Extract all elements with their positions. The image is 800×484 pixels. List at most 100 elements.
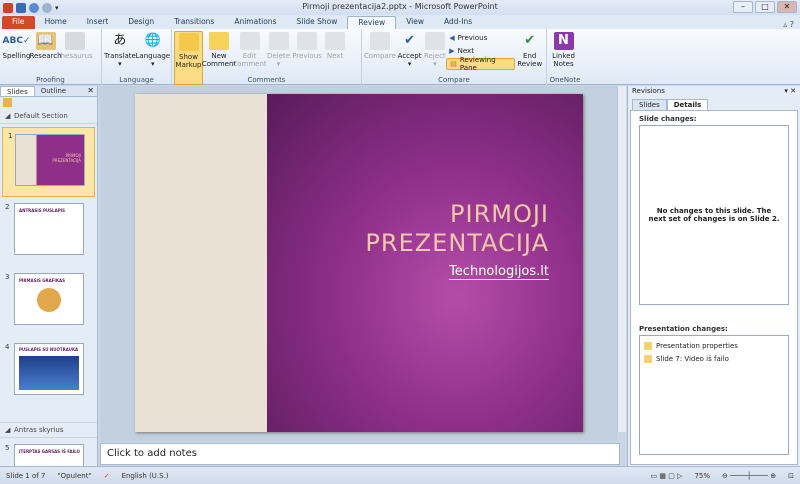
- slide-subtitle[interactable]: Technologijos.lt: [449, 264, 549, 280]
- slides-panel: Slides Outline ✕ ◢ Default Section 1 PIRM…: [0, 86, 98, 468]
- fit-slide-icon[interactable]: ⊡: [782, 472, 800, 480]
- tab-add-ins[interactable]: Add-Ins: [434, 16, 482, 29]
- group-label-compare: Compare: [438, 76, 470, 84]
- slide-title[interactable]: PIRMOJI PREZENTACIJA: [365, 200, 549, 258]
- previous-arrow-icon: ◀: [449, 34, 455, 42]
- group-label-comments: Comments: [247, 76, 286, 84]
- current-slide[interactable]: PIRMOJI PREZENTACIJA Technologijos.lt: [135, 94, 583, 432]
- new-comment-icon: [209, 32, 229, 50]
- section-default[interactable]: ◢ Default Section: [0, 109, 97, 124]
- zoom-level[interactable]: 75%: [688, 472, 716, 480]
- minimize-button[interactable]: –: [733, 1, 753, 13]
- tab-home[interactable]: Home: [35, 16, 77, 29]
- notes-pane[interactable]: Click to add notes: [100, 443, 620, 465]
- group-compare: Compare ✔ Accept ▾ Reject ▾ ◀ Previous ▶ Next…: [362, 29, 547, 85]
- previous-comment-icon: [297, 32, 317, 50]
- thesaurus-icon: [64, 32, 85, 50]
- slide-changes-label: Slide changes:: [639, 115, 697, 123]
- slide-thumb-2[interactable]: 2 ANTRASIS PUSLAPIS: [0, 197, 97, 267]
- slide-thumbnail: PIRMASIS GRAFIKAS: [14, 273, 84, 325]
- tab-insert[interactable]: Insert: [77, 16, 119, 29]
- slide-thumb-5[interactable]: 5 ĮTERPTAS GARSAS IŠ FAILO: [0, 438, 97, 468]
- slide-thumbnail: PUSLAPIS SU NUOTRAUKA: [14, 343, 84, 395]
- slide-counter: Slide 1 of 7: [6, 471, 46, 480]
- language-status[interactable]: English (U.S.): [116, 472, 175, 480]
- compare-icon: [369, 32, 390, 50]
- edit-comment-icon: [239, 32, 260, 50]
- tab-view[interactable]: View: [396, 16, 434, 29]
- group-proofing: ABC✓ Spelling 📖 Research Thesaurus Proofin…: [0, 29, 102, 85]
- section-antras[interactable]: ◢ Antras skyrius: [0, 422, 97, 438]
- revisions-header: Revisions ▾ ✕: [632, 86, 796, 97]
- tab-review[interactable]: Review: [347, 16, 397, 29]
- tab-slides[interactable]: Slides: [0, 86, 35, 96]
- next-arrow-icon: ▶: [449, 47, 455, 55]
- tab-design[interactable]: Design: [118, 16, 164, 29]
- change-item[interactable]: Presentation properties: [644, 339, 784, 352]
- next-comment-icon: [325, 32, 345, 50]
- delete-comment-icon: [268, 32, 289, 50]
- status-bar: Slide 1 of 7 "Opulent" ✓ English (U.S.) …: [0, 466, 800, 484]
- ribbon-controls-icon[interactable]: ▵ ?: [783, 20, 800, 29]
- group-label-language: Language: [119, 76, 154, 84]
- change-item[interactable]: Slide 7: Video iš failo: [644, 352, 784, 365]
- slide-purple-panel: [267, 94, 583, 432]
- spell-check-icon[interactable]: ✓: [98, 472, 116, 480]
- group-comments: Show Markup New Comment Edit Comment Del…: [172, 29, 362, 85]
- end-review-icon: ✔: [524, 33, 536, 48]
- language-icon: 🌐: [144, 33, 161, 48]
- reject-icon: [424, 32, 445, 50]
- show-markup-icon: [178, 33, 199, 51]
- spelling-icon: ABC✓: [2, 36, 31, 46]
- tab-slide-show[interactable]: Slide Show: [286, 16, 347, 29]
- group-label-proofing: Proofing: [36, 76, 65, 84]
- slide-scrollbar[interactable]: [617, 86, 626, 432]
- ribbon: ABC✓ Spelling 📖 Research Thesaurus Proofin…: [0, 29, 800, 85]
- slide-thumb-4[interactable]: 4 PUSLAPIS SU NUOTRAUKA: [0, 337, 97, 407]
- tab-transitions[interactable]: Transitions: [164, 16, 224, 29]
- presentation-changes-label: Presentation changes:: [639, 325, 728, 333]
- accept-icon: ✔: [404, 33, 416, 48]
- tab-outline[interactable]: Outline: [35, 86, 72, 96]
- revisions-tab-slides[interactable]: Slides: [632, 99, 667, 110]
- slide-thumbnail: ĮTERPTAS GARSAS IŠ FAILO: [14, 444, 84, 468]
- group-onenote: N Linked Notes OneNote: [547, 29, 583, 85]
- zoom-slider[interactable]: ⊖ ────┼──── ⊕: [716, 472, 782, 480]
- group-language: あ Translate ▾ 🌐 Language ▾ Language: [102, 29, 172, 85]
- slide-beige-panel: [135, 94, 267, 432]
- collapse-section-icon[interactable]: ◢: [5, 426, 10, 434]
- close-panel-icon[interactable]: ✕: [87, 86, 97, 96]
- tab-animations[interactable]: Animations: [224, 16, 286, 29]
- change-note-icon: [644, 354, 652, 363]
- revisions-pane: Revisions ▾ ✕ Slides Details Slide change…: [627, 86, 800, 466]
- close-button[interactable]: ✕: [777, 1, 797, 13]
- slide-thumb-1[interactable]: 1 PIRMOJI PREZENTACIJA: [2, 127, 95, 197]
- close-revisions-icon[interactable]: ▾ ✕: [784, 86, 796, 97]
- reviewing-pane-button[interactable]: ▤ Reviewing Pane: [446, 56, 516, 72]
- comment-marker-icon[interactable]: [3, 98, 12, 107]
- title-bar: ▾ Pirmoji prezentacija2.pptx - Microsoft…: [0, 0, 800, 15]
- slide-changes-box: No changes to this slide. The next set o…: [639, 125, 789, 305]
- slide-thumb-3[interactable]: 3 PIRMASIS GRAFIKAS: [0, 267, 97, 337]
- revisions-tab-details[interactable]: Details: [666, 99, 709, 110]
- slide-canvas[interactable]: PIRMOJI PREZENTACIJA Technologijos.lt: [100, 86, 617, 442]
- ribbon-tabs: File Home Insert Design Transitions Anim…: [0, 15, 800, 29]
- photo-thumbnail: [19, 356, 79, 390]
- tab-file[interactable]: File: [2, 16, 35, 29]
- view-buttons-icon[interactable]: ▭ ▦ ▢ ▷: [645, 472, 689, 480]
- translate-icon: あ: [113, 33, 127, 48]
- reviewing-pane-icon: ▤: [450, 60, 457, 68]
- slide-thumbnail: ANTRASIS PUSLAPIS: [14, 203, 84, 255]
- theme-name: "Opulent": [57, 471, 92, 480]
- collapse-section-icon[interactable]: ◢: [5, 112, 10, 120]
- slide-thumbnail: PIRMOJI PREZENTACIJA: [15, 134, 85, 186]
- window-title: Pirmoji prezentacija2.pptx - Microsoft P…: [302, 2, 498, 11]
- maximize-button[interactable]: □: [755, 1, 775, 13]
- research-icon: 📖: [35, 32, 56, 50]
- chart-thumbnail-icon: [37, 288, 61, 312]
- presentation-changes-box: Presentation properties Slide 7: Video i…: [639, 335, 789, 455]
- onenote-icon: N: [553, 32, 574, 50]
- group-label-onenote: OneNote: [549, 76, 581, 84]
- previous-change-button[interactable]: ◀ Previous: [446, 32, 515, 44]
- change-note-icon: [644, 341, 652, 350]
